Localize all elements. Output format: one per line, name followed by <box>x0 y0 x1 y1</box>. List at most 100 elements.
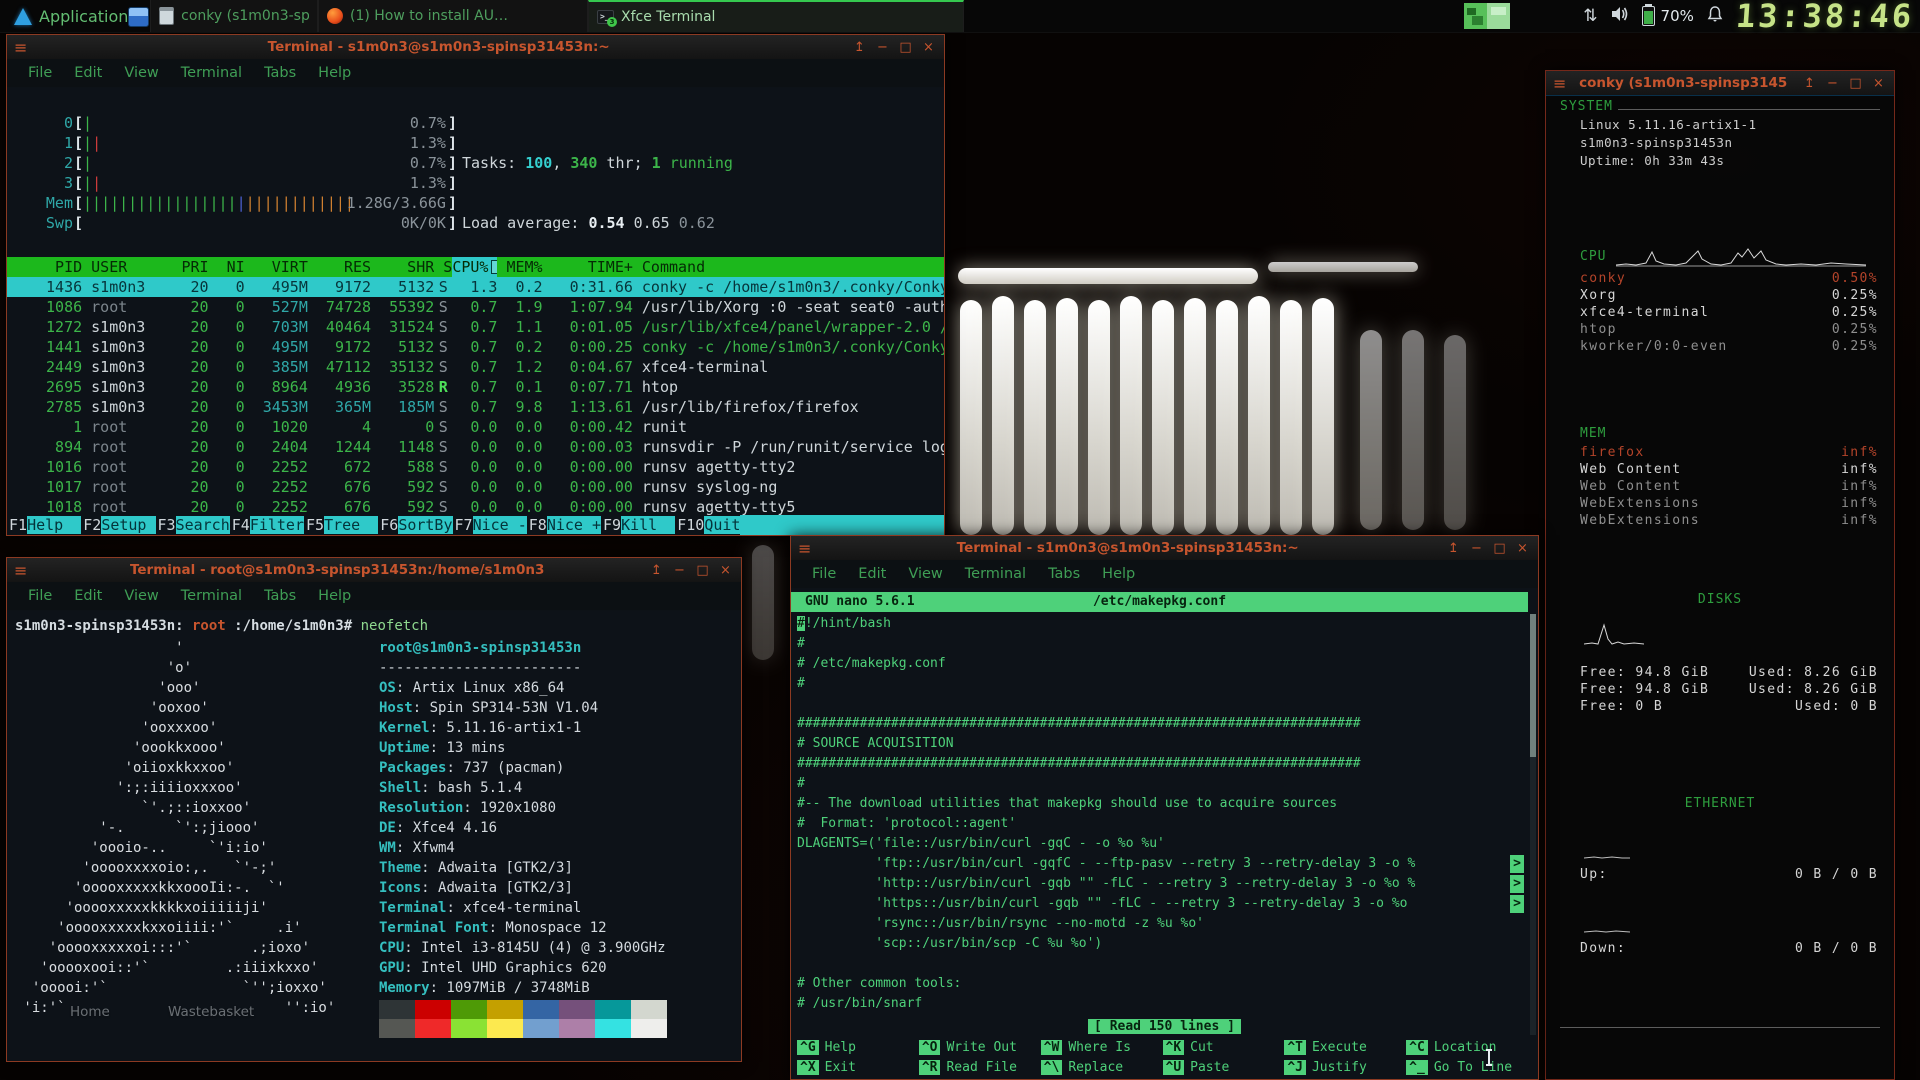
function-key-f1[interactable]: F1Help <box>7 515 81 535</box>
menu-item-help[interactable]: Help <box>307 588 362 604</box>
nano-text-line[interactable]: DLAGENTS=('file::/usr/bin/curl -gqC - -o… <box>797 834 1524 854</box>
workspace-1[interactable] <box>1464 3 1487 29</box>
menu-item-tabs[interactable]: Tabs <box>253 65 307 81</box>
function-key-f4[interactable]: F4Filter <box>230 515 304 535</box>
nano-text-line[interactable]: ########################################… <box>797 754 1524 774</box>
htop-column-ni[interactable]: NI <box>209 257 245 277</box>
menu-item-terminal[interactable]: Terminal <box>954 566 1037 582</box>
htop-column-cpu[interactable]: CPU% <box>452 257 497 277</box>
htop-process-row[interactable]: 1016root2002252672588S0.00.00:00.00runsv… <box>7 457 944 477</box>
applications-menu-button[interactable]: Applications <box>6 0 145 32</box>
nano-shortcut[interactable]: ^KCut <box>1163 1038 1285 1058</box>
nano-text-line[interactable]: # <box>797 674 1524 694</box>
window-titlebar[interactable]: ≡ Terminal - s1m0n3@s1m0n3-spinsp31453n:… <box>791 536 1538 561</box>
nano-shortcut[interactable]: ^CLocation <box>1406 1038 1528 1058</box>
nano-text-line[interactable]: #-- The download utilities that makepkg … <box>797 794 1524 814</box>
menu-item-file[interactable]: File <box>801 566 847 582</box>
menu-item-file[interactable]: File <box>17 65 63 81</box>
nano-shortcut[interactable]: ^TExecute <box>1284 1038 1406 1058</box>
menu-item-edit[interactable]: Edit <box>63 588 113 604</box>
minimize-button[interactable]: − <box>1823 76 1842 91</box>
function-key-f9[interactable]: F9Kill <box>601 515 675 535</box>
htop-column-mem[interactable]: MEM% <box>497 257 542 277</box>
window-menu-icon[interactable]: ≡ <box>14 38 27 57</box>
htop-column-pri[interactable]: PRI <box>172 257 208 277</box>
workspace-2[interactable] <box>1487 3 1510 29</box>
taskbar-button-conky[interactable]: conky (s1m0n3-spin… <box>150 0 318 32</box>
nano-shortcut[interactable]: ^JJustify <box>1284 1058 1406 1078</box>
htop-column-user[interactable]: USER <box>82 257 172 277</box>
nano-text-line[interactable]: ########################################… <box>797 714 1524 734</box>
launcher-icon[interactable] <box>128 7 149 27</box>
battery-icon[interactable] <box>1642 6 1655 26</box>
nano-shortcut[interactable]: ^UPaste <box>1163 1058 1285 1078</box>
nano-text-line[interactable]: # Other common tools: <box>797 974 1524 994</box>
scrollbar[interactable] <box>1530 614 1536 1035</box>
htop-process-row[interactable]: 1root200102040S0.00.00:00.42runit <box>7 417 944 437</box>
menu-item-file[interactable]: File <box>17 588 63 604</box>
htop-column-res[interactable]: RES <box>308 257 371 277</box>
nano-text-line[interactable]: 'https::/usr/bin/curl -gqb "" -fLC - --r… <box>797 894 1524 914</box>
nano-text-line[interactable]: # /etc/makepkg.conf <box>797 654 1524 674</box>
shade-button[interactable]: ↥ <box>1444 541 1463 556</box>
htop-process-row[interactable]: 1272s1m0n3200703M4046431524S0.71.10:01.0… <box>7 317 944 337</box>
window-titlebar[interactable]: ≡ Terminal - root@s1m0n3-spinsp31453n:/h… <box>7 558 741 583</box>
nano-text-line[interactable]: 'rsync::/usr/bin/rsync --no-motd -z %u %… <box>797 914 1524 934</box>
close-button[interactable]: × <box>716 563 735 578</box>
menu-item-help[interactable]: Help <box>1091 566 1146 582</box>
window-titlebar[interactable]: ≡ Terminal - s1m0n3@s1m0n3-spinsp31453n:… <box>7 35 944 60</box>
htop-column-time[interactable]: TIME+ <box>543 257 633 277</box>
minimize-button[interactable]: − <box>670 563 689 578</box>
nano-text-line[interactable]: # <box>797 774 1524 794</box>
function-key-f6[interactable]: F6SortBy <box>378 515 452 535</box>
desktop-icon-home[interactable]: Home <box>70 1004 110 1020</box>
window-menu-icon[interactable]: ≡ <box>14 561 27 580</box>
nano-shortcut[interactable]: ^GHelp <box>797 1038 919 1058</box>
close-button[interactable]: × <box>1513 541 1532 556</box>
volume-icon[interactable] <box>1611 6 1629 26</box>
minimize-button[interactable]: − <box>1467 541 1486 556</box>
function-key-f7[interactable]: F7Nice - <box>453 515 527 535</box>
menu-item-edit[interactable]: Edit <box>847 566 897 582</box>
maximize-button[interactable]: □ <box>896 40 915 55</box>
nano-editor-text[interactable]: #!/hint/bash## /etc/makepkg.conf########… <box>797 614 1524 1014</box>
nano-text-line[interactable]: 'ftp::/usr/bin/curl -gqfC - --ftp-pasv -… <box>797 854 1524 874</box>
function-key-f10[interactable]: F10Quit <box>675 515 740 535</box>
minimize-button[interactable]: − <box>873 40 892 55</box>
htop-process-row[interactable]: 1086root200527M7472855392S0.71.91:07.94/… <box>7 297 944 317</box>
function-key-f3[interactable]: F3Search <box>156 515 230 535</box>
notifications-bell-icon[interactable] <box>1707 6 1723 27</box>
menu-item-terminal[interactable]: Terminal <box>170 588 253 604</box>
htop-column-s[interactable]: S <box>434 257 452 277</box>
function-key-f5[interactable]: F5Tree <box>304 515 378 535</box>
window-titlebar[interactable]: ≡ conky (s1m0n3-spinsp3145 ↥−□× <box>1546 71 1894 96</box>
nano-shortcut[interactable]: ^RRead File <box>919 1058 1041 1078</box>
htop-process-row[interactable]: 2695s1m0n3200896449363528R0.70.10:07.71h… <box>7 377 944 397</box>
panel-clock[interactable]: 13:38:46 <box>1735 0 1916 35</box>
htop-process-row[interactable]: 1441s1m0n3200495M91725132S0.70.20:00.25c… <box>7 337 944 357</box>
htop-column-pid[interactable]: PID <box>37 257 82 277</box>
desktop-icon-wastebasket[interactable]: Wastebasket <box>168 1004 254 1020</box>
menu-item-tabs[interactable]: Tabs <box>1037 566 1091 582</box>
nano-text-line[interactable]: # /usr/bin/snarf <box>797 994 1524 1014</box>
maximize-button[interactable]: □ <box>693 563 712 578</box>
function-key-f8[interactable]: F8Nice + <box>527 515 601 535</box>
menu-item-tabs[interactable]: Tabs <box>253 588 307 604</box>
shade-button[interactable]: ↥ <box>647 563 666 578</box>
htop-process-row[interactable]: 2449s1m0n3200385M4711235132S0.71.20:04.6… <box>7 357 944 377</box>
htop-process-row[interactable]: 1436s1m0n3200495M91725132S1.30.20:31.66c… <box>7 277 944 297</box>
menu-item-help[interactable]: Help <box>307 65 362 81</box>
nano-shortcut[interactable]: ^_Go To Line <box>1406 1058 1528 1078</box>
htop-column-shr[interactable]: SHR <box>371 257 434 277</box>
nano-shortcut[interactable]: ^WWhere Is <box>1041 1038 1163 1058</box>
close-button[interactable]: × <box>919 40 938 55</box>
htop-process-row[interactable]: 1018root2002252676592S0.00.00:00.00runsv… <box>7 497 944 517</box>
nano-text-line[interactable]: #!/hint/bash <box>797 614 1524 634</box>
htop-process-row[interactable]: 2785s1m0n32003453M365M185MS0.79.81:13.61… <box>7 397 944 417</box>
nano-shortcut[interactable]: ^XExit <box>797 1058 919 1078</box>
nano-text-line[interactable] <box>797 694 1524 714</box>
menu-item-terminal[interactable]: Terminal <box>170 65 253 81</box>
taskbar-button-firefox[interactable]: (1) How to install AU… <box>318 0 588 32</box>
window-menu-icon[interactable]: ≡ <box>1553 74 1566 93</box>
htop-column-command[interactable]: Command <box>633 257 944 277</box>
